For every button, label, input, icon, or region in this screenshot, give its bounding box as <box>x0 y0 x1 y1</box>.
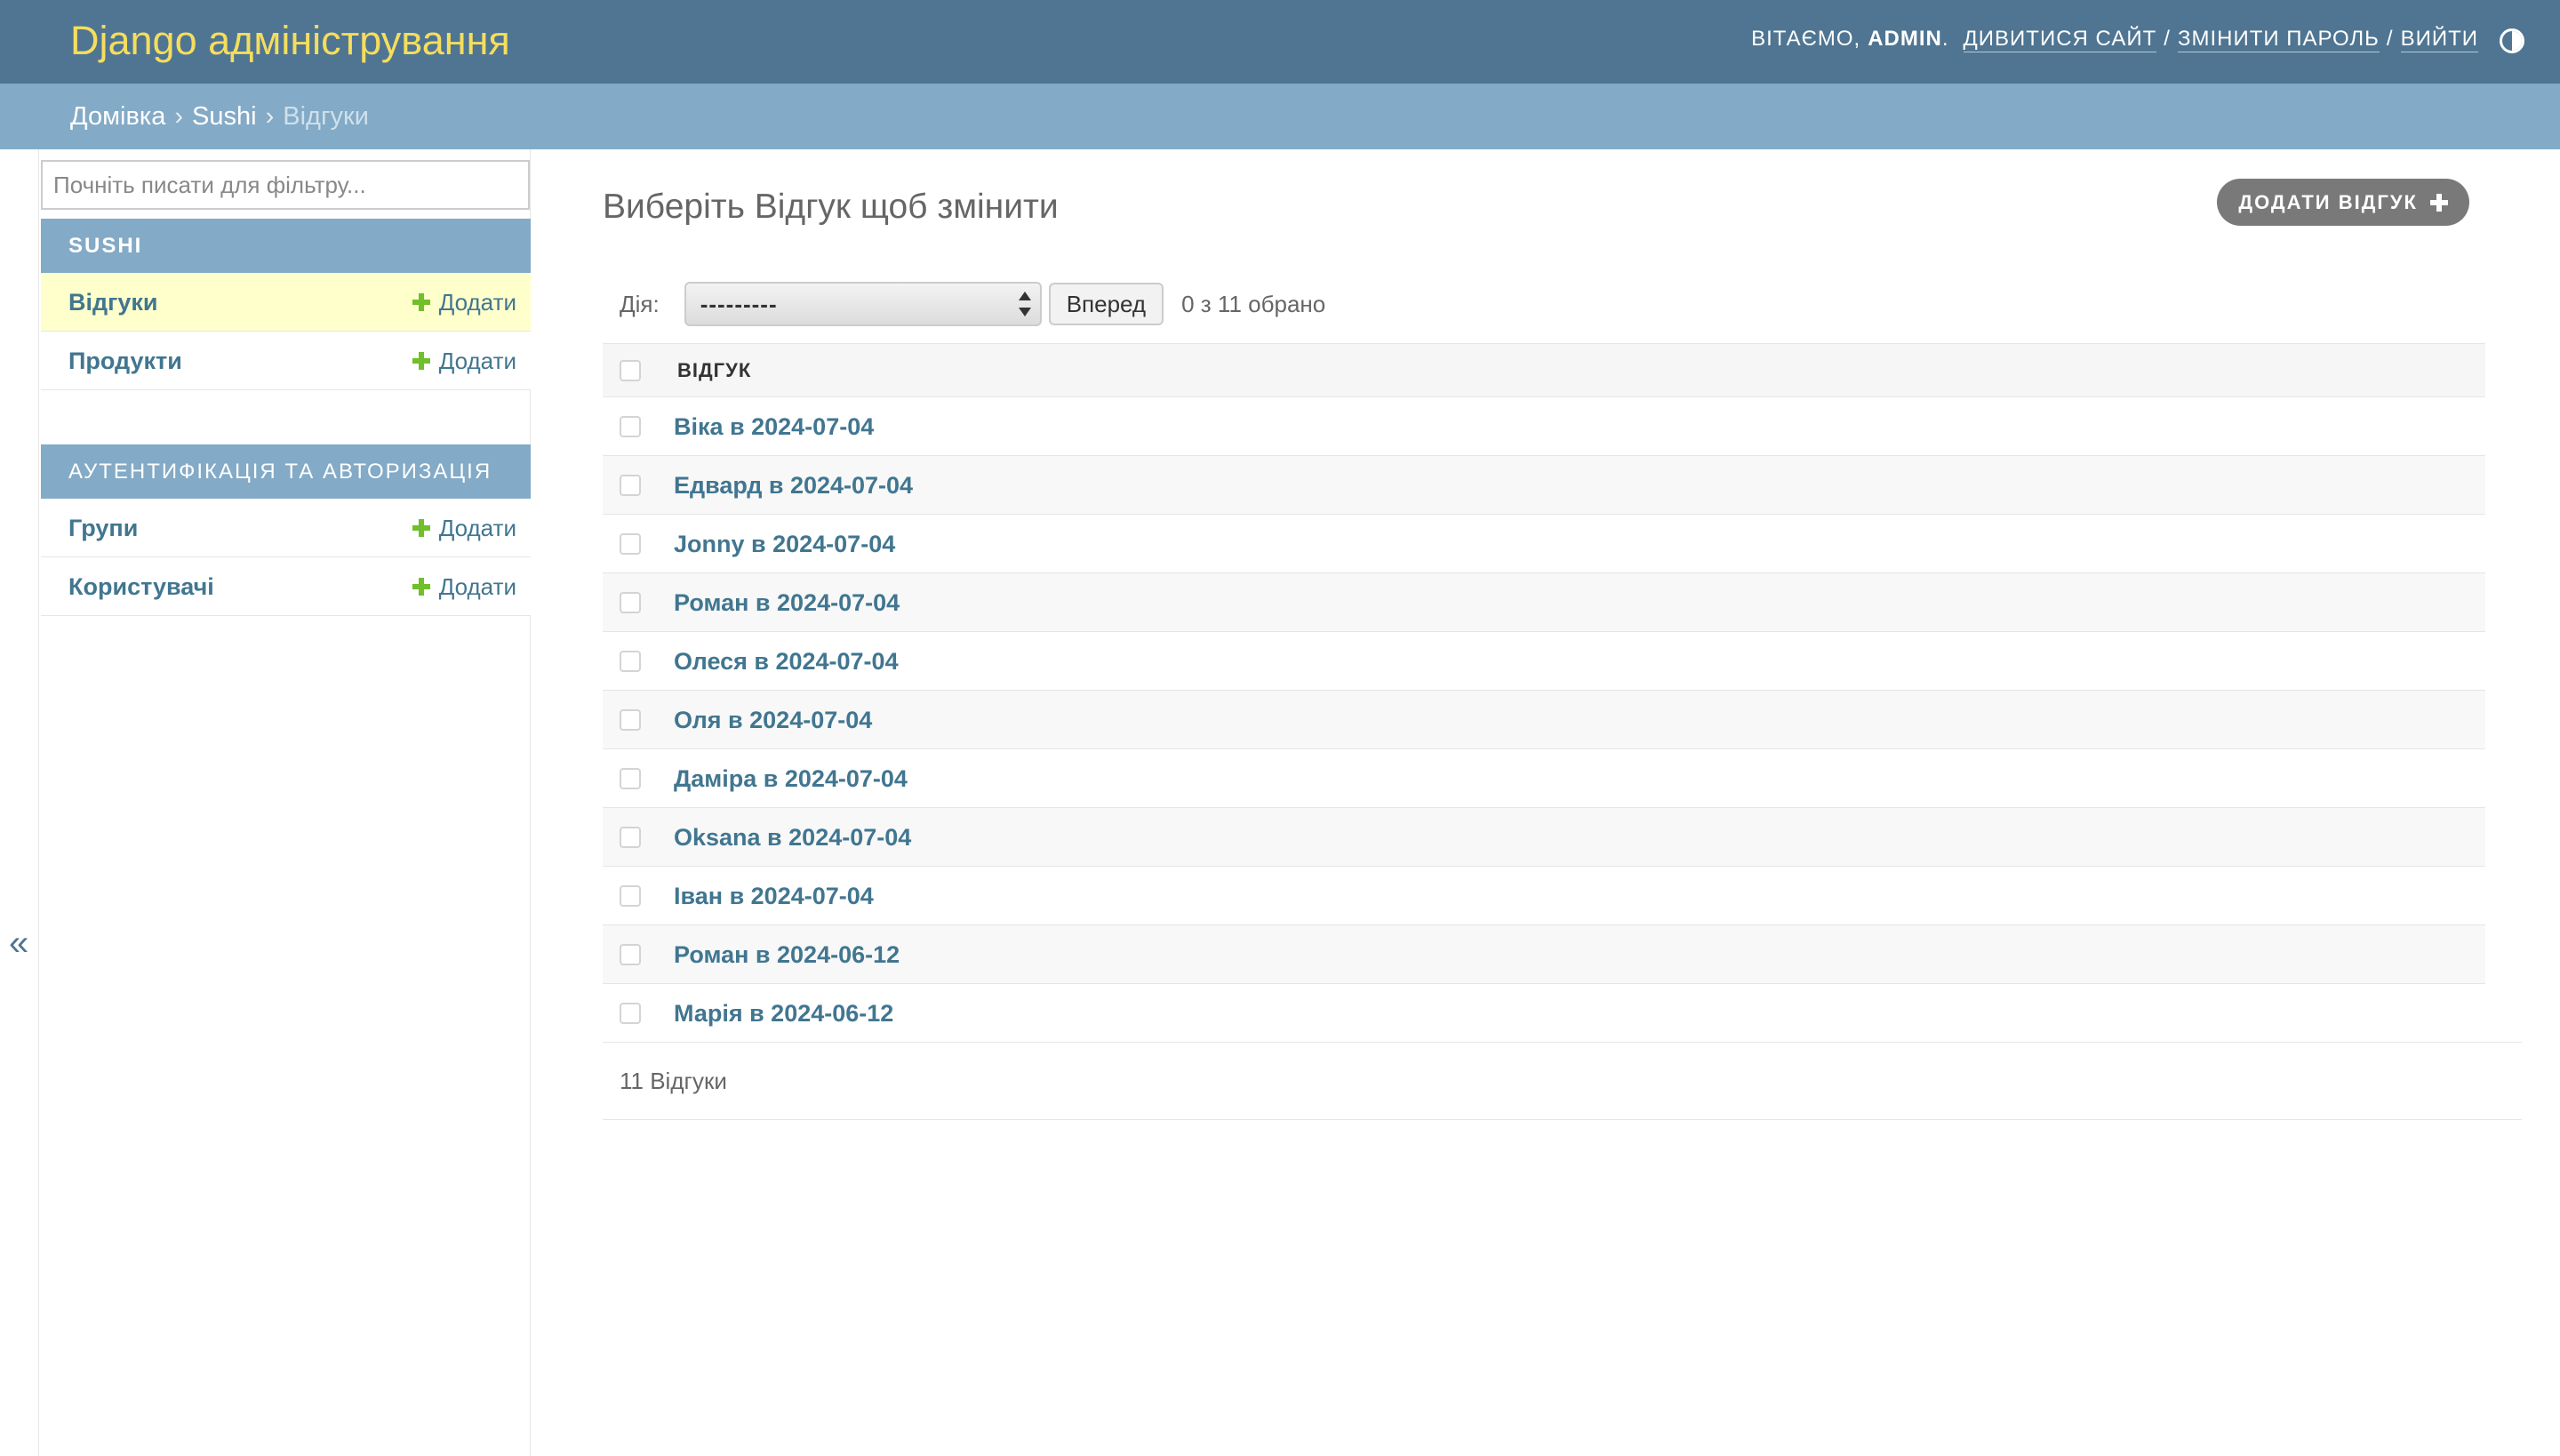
breadcrumb: Домівка › Sushi › Відгуки <box>0 84 2560 149</box>
row-checkbox[interactable] <box>620 533 641 555</box>
row-link[interactable]: Іван в 2024-07-04 <box>674 867 874 925</box>
row-checkbox[interactable] <box>620 709 641 731</box>
sidebar-toggle[interactable]: « <box>0 149 39 1456</box>
plus-icon <box>2430 193 2448 212</box>
breadcrumb-current: Відгуки <box>283 102 369 131</box>
sidebar-item-groups: Групи Додати <box>41 499 531 557</box>
row-link[interactable]: Оля в 2024-07-04 <box>674 691 872 749</box>
row-link[interactable]: Едвард в 2024-07-04 <box>674 456 913 515</box>
table-row: Іван в 2024-07-04 <box>603 867 2485 925</box>
breadcrumb-app[interactable]: Sushi <box>192 102 257 131</box>
table-row: Марія в 2024-06-12 <box>603 984 2485 1043</box>
plus-icon <box>412 352 430 370</box>
row-checkbox[interactable] <box>620 475 641 496</box>
action-select-value: --------- <box>700 291 778 317</box>
model-link-groups[interactable]: Групи <box>68 499 138 557</box>
plus-icon <box>412 293 430 311</box>
selection-counter: 0 з 11 обрано <box>1181 290 1326 317</box>
collapse-sidebar-icon[interactable]: « <box>9 925 28 961</box>
select-all-checkbox[interactable] <box>620 360 641 381</box>
row-checkbox[interactable] <box>620 944 641 965</box>
table-row: Даміра в 2024-07-04 <box>603 749 2485 808</box>
row-link[interactable]: Віка в 2024-07-04 <box>674 397 874 456</box>
action-select[interactable]: --------- <box>684 282 1042 326</box>
action-label: Дія: <box>620 290 660 317</box>
add-label: Додати <box>438 573 516 600</box>
sidebar-item-reviews: Відгуки Додати <box>41 273 531 332</box>
header: Django адміністрування Вітаємо, admin. Д… <box>0 0 2560 84</box>
paginator: 11 Відгуки <box>603 1042 2522 1120</box>
row-link[interactable]: Jonny в 2024-07-04 <box>674 515 895 573</box>
table-row: Jonny в 2024-07-04 <box>603 515 2485 573</box>
select-arrows-icon <box>1018 292 1031 316</box>
add-review-link[interactable]: Додати <box>412 273 516 332</box>
user-tools: Вітаємо, admin. Дивитися сайт / Змінити … <box>1751 25 2478 53</box>
row-checkbox[interactable] <box>620 651 641 672</box>
table-row: Віка в 2024-07-04 <box>603 397 2485 456</box>
app-caption-auth[interactable]: Аутентифікація та авторизація <box>41 444 531 499</box>
go-button[interactable]: Вперед <box>1048 283 1164 325</box>
add-label: Додати <box>438 348 516 374</box>
table-header: Відгук <box>603 344 2485 397</box>
table-row: Оля в 2024-07-04 <box>603 691 2485 749</box>
model-link-users[interactable]: Користувачі <box>68 557 214 616</box>
add-label: Додати <box>438 515 516 541</box>
row-link[interactable]: Марія в 2024-06-12 <box>674 984 893 1043</box>
row-checkbox[interactable] <box>620 592 641 613</box>
app-caption-sushi[interactable]: Sushi <box>41 219 531 273</box>
plus-icon <box>412 519 430 537</box>
table-row: Роман в 2024-06-12 <box>603 925 2485 984</box>
change-password-link[interactable]: Змінити пароль <box>2177 27 2380 52</box>
site-branding[interactable]: Django адміністрування <box>70 16 510 66</box>
view-site-link[interactable]: Дивитися сайт <box>1963 27 2157 52</box>
table-row: Роман в 2024-07-04 <box>603 573 2485 632</box>
sidebar-filter-input[interactable] <box>41 160 530 210</box>
results-table: Відгук Віка в 2024-07-04 Едвард в 2024-0… <box>603 343 2485 1043</box>
row-checkbox[interactable] <box>620 416 641 437</box>
sidebar-item-users: Користувачі Додати <box>41 557 531 616</box>
sidebar: Sushi Відгуки Додати Продукти Додати Аут… <box>39 149 531 1456</box>
plus-icon <box>412 578 430 596</box>
row-checkbox[interactable] <box>620 768 641 789</box>
row-checkbox[interactable] <box>620 885 641 907</box>
actions-bar: Дія: --------- Вперед 0 з 11 обрано <box>603 277 2485 331</box>
page-title: Виберіть Відгук щоб змінити <box>603 188 1059 226</box>
add-review-button-label: Додати відгук <box>2238 191 2418 213</box>
table-row: Олеся в 2024-07-04 <box>603 632 2485 691</box>
column-header-review[interactable]: Відгук <box>677 344 751 397</box>
row-link[interactable]: Олеся в 2024-07-04 <box>674 632 899 691</box>
add-group-link[interactable]: Додати <box>412 499 516 557</box>
row-link[interactable]: Роман в 2024-06-12 <box>674 925 900 984</box>
breadcrumb-home[interactable]: Домівка <box>70 102 165 131</box>
welcome-text: Вітаємо, <box>1751 27 1861 51</box>
table-row: Oksana в 2024-07-04 <box>603 808 2485 867</box>
row-link[interactable]: Роман в 2024-07-04 <box>674 573 900 632</box>
theme-toggle-icon[interactable] <box>2500 28 2524 53</box>
main-content: Виберіть Відгук щоб змінити Додати відгу… <box>531 149 2560 1456</box>
add-product-link[interactable]: Додати <box>412 332 516 390</box>
logout-link[interactable]: Вийти <box>2400 27 2478 52</box>
table-row: Едвард в 2024-07-04 <box>603 456 2485 515</box>
add-review-button[interactable]: Додати відгук <box>2217 179 2469 226</box>
add-label: Додати <box>438 289 516 316</box>
username: admin <box>1868 27 1942 51</box>
sidebar-item-products: Продукти Додати <box>41 332 531 390</box>
add-user-link[interactable]: Додати <box>412 557 516 616</box>
model-link-reviews[interactable]: Відгуки <box>68 273 158 332</box>
row-link[interactable]: Даміра в 2024-07-04 <box>674 749 908 808</box>
row-checkbox[interactable] <box>620 827 641 848</box>
row-link[interactable]: Oksana в 2024-07-04 <box>674 808 911 867</box>
row-checkbox[interactable] <box>620 1003 641 1024</box>
model-link-products[interactable]: Продукти <box>68 332 182 390</box>
